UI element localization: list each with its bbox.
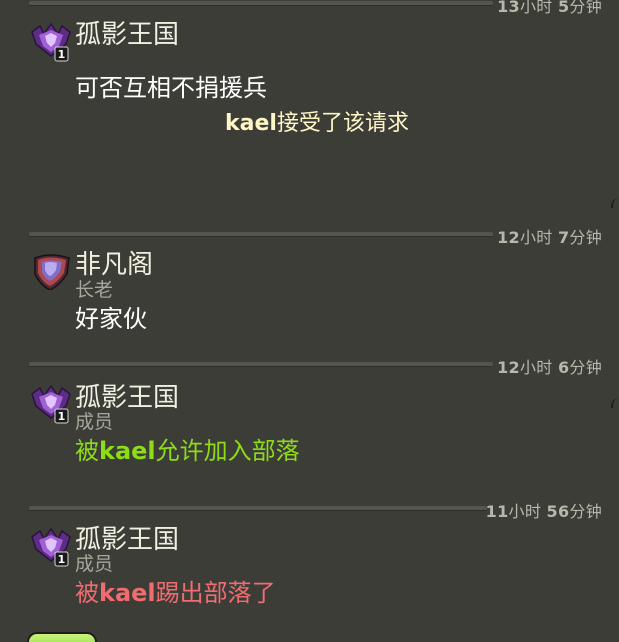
purple-crown-league-icon: 1 bbox=[31, 22, 71, 62]
chat-divider bbox=[29, 506, 487, 511]
chat-message: 可否互相不捐援兵 bbox=[75, 74, 267, 102]
author-role: 成员 bbox=[75, 553, 114, 575]
clan-chat-panel: 13小时 5分钟 1 孤影王国 可否互相不捐援兵 kael接受了该请求 12小时… bbox=[0, 0, 619, 642]
chat-divider bbox=[29, 362, 493, 367]
league-level: 1 bbox=[58, 553, 66, 566]
scroll-edge bbox=[611, 198, 619, 208]
purple-crown-league-icon: 1 bbox=[31, 527, 71, 567]
green-action-button[interactable] bbox=[27, 632, 97, 642]
actor-name: kael bbox=[99, 579, 156, 607]
purple-crown-league-icon: 1 bbox=[31, 384, 71, 424]
join-event-message: 被kael允许加入部落 bbox=[75, 437, 300, 465]
timestamp: 13小时 5分钟 bbox=[497, 0, 602, 16]
chat-divider bbox=[29, 1, 493, 6]
timestamp: 12小时 7分钟 bbox=[497, 228, 602, 247]
author-name[interactable]: 孤影王国 bbox=[75, 383, 179, 413]
author-role: 长老 bbox=[75, 279, 114, 301]
author-name[interactable]: 非凡阁 bbox=[75, 250, 153, 280]
timestamp: 11小时 56分钟 bbox=[485, 502, 602, 521]
author-name[interactable]: 孤影王国 bbox=[75, 20, 179, 50]
chat-divider bbox=[29, 232, 493, 237]
kick-event-message: 被kael踢出部落了 bbox=[75, 579, 276, 607]
system-message: kael接受了该请求 bbox=[225, 111, 409, 136]
actor-name: kael bbox=[225, 111, 277, 136]
red-shield-badge-icon bbox=[34, 254, 70, 290]
league-level: 1 bbox=[58, 48, 66, 61]
chat-message: 好家伙 bbox=[75, 305, 147, 333]
author-name[interactable]: 孤影王国 bbox=[75, 525, 179, 555]
author-role: 成员 bbox=[75, 411, 114, 433]
actor-name: kael bbox=[99, 437, 156, 465]
timestamp: 12小时 6分钟 bbox=[497, 358, 602, 377]
league-level: 1 bbox=[58, 410, 66, 423]
scroll-edge bbox=[611, 398, 619, 408]
